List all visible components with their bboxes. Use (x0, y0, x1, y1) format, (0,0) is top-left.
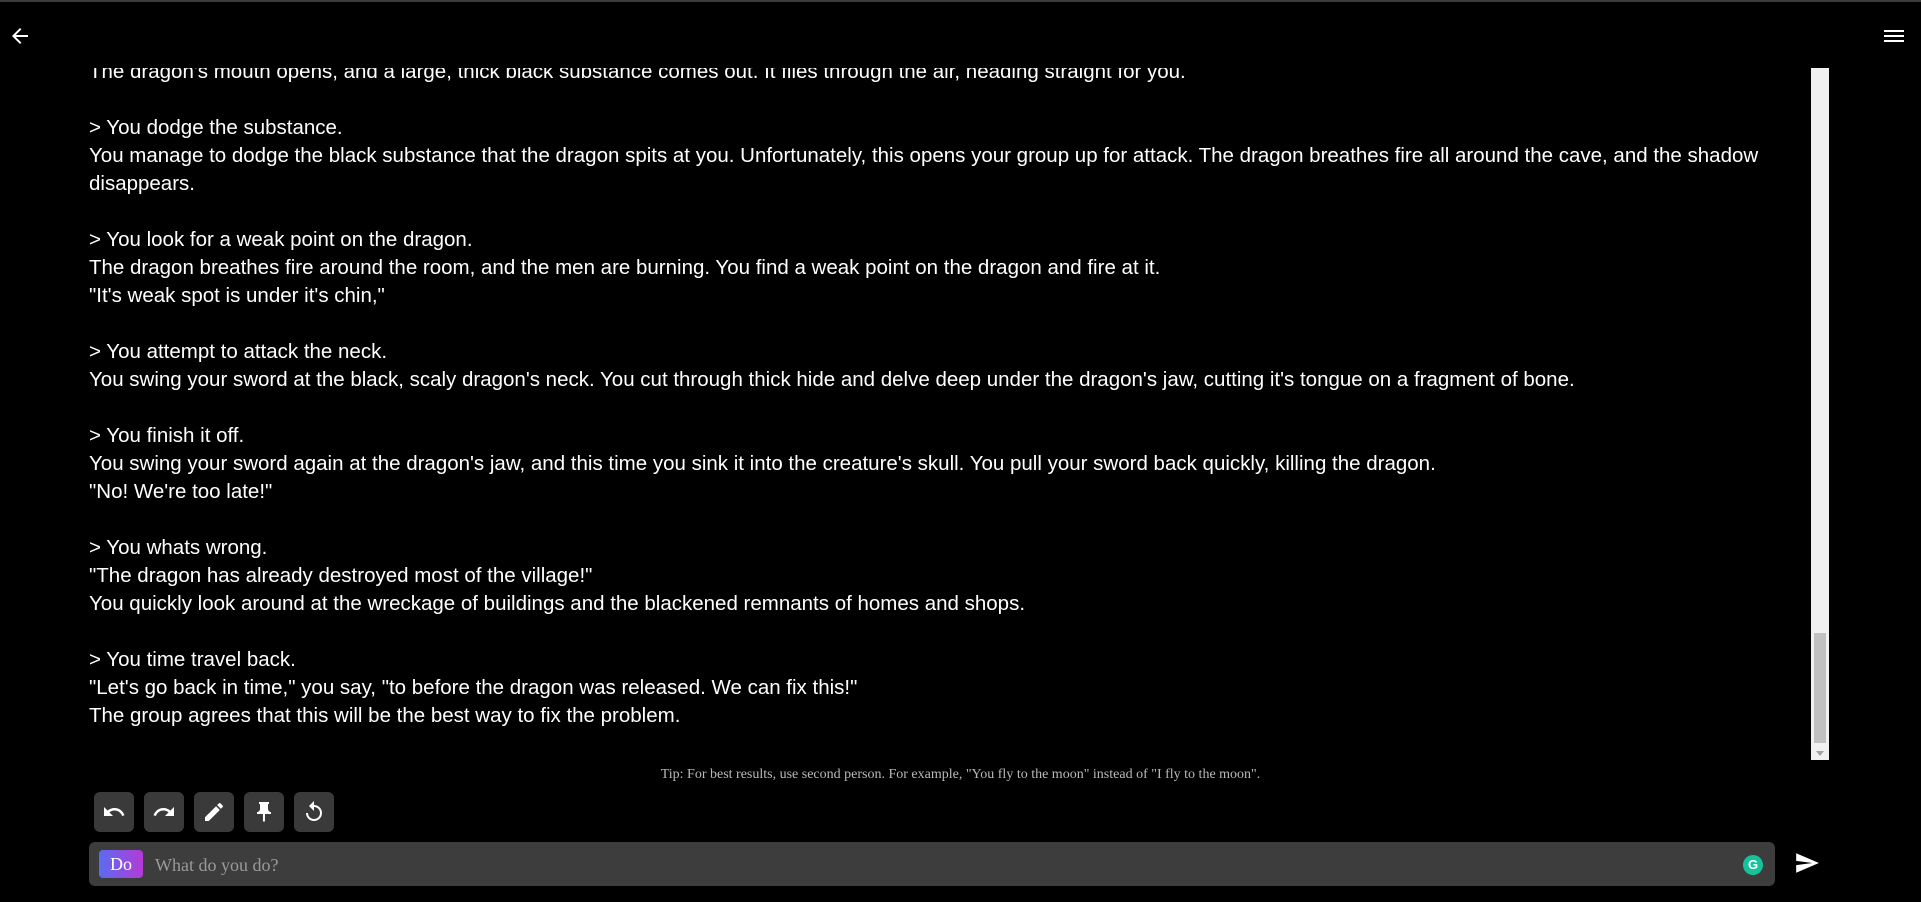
send-icon (1796, 853, 1819, 873)
back-button[interactable] (8, 24, 32, 48)
story-block: > You time travel back. "Let's go back in… (89, 646, 1779, 730)
retry-icon (306, 801, 322, 821)
scrollbar-thumb[interactable] (1814, 633, 1826, 743)
story-block: > You look for a weak point on the drago… (89, 226, 1779, 310)
game-screen: The dragon's mouth opens, and a large, t… (0, 0, 1921, 902)
redo-icon (153, 807, 174, 816)
action-input-bar: Do G (89, 842, 1775, 886)
action-input[interactable] (153, 848, 1717, 882)
story-line: The group agrees that this will be the b… (89, 704, 681, 727)
story-text: The dragon's mouth opens, and a large, t… (89, 68, 1779, 758)
scroll-down-arrow-icon[interactable] (1816, 751, 1824, 756)
action-toolbar (94, 792, 334, 832)
player-action-line: > You look for a weak point on the drago… (89, 228, 473, 251)
story-block: > You dodge the substance. You manage to … (89, 114, 1779, 198)
story-line: The dragon's mouth opens, and a large, t… (89, 68, 1186, 83)
pin-button[interactable] (244, 792, 284, 832)
player-action-line: > You finish it off. (89, 424, 245, 447)
mode-selector-button[interactable]: Do (99, 850, 143, 878)
pin-icon (257, 802, 271, 822)
player-action-line: > You whats wrong. (89, 536, 268, 559)
story-scrollbar[interactable] (1811, 68, 1829, 760)
story-block: The dragon's mouth opens, and a large, t… (89, 68, 1779, 86)
story-scroll-area[interactable]: The dragon's mouth opens, and a large, t… (0, 68, 1829, 760)
story-line: You manage to dodge the black substance … (89, 144, 1764, 195)
pencil-icon (205, 802, 224, 821)
story-line: You swing your sword at the black, scaly… (89, 368, 1575, 391)
redo-button[interactable] (144, 792, 184, 832)
undo-button[interactable] (94, 792, 134, 832)
undo-icon (104, 807, 125, 816)
story-line: You swing your sword again at the dragon… (89, 452, 1436, 475)
story-line: "Let's go back in time," you say, "to be… (89, 676, 858, 699)
edit-button[interactable] (194, 792, 234, 832)
tip-text: Tip: For best results, use second person… (660, 767, 1261, 782)
player-action-line: > You dodge the substance. (89, 116, 343, 139)
story-line: You quickly look around at the wreckage … (89, 592, 1026, 615)
story-line: The dragon breathes fire around the room… (89, 256, 1161, 279)
story-line: "It's weak spot is under it's chin," (89, 284, 385, 307)
retry-button[interactable] (294, 792, 334, 832)
player-action-line: > You attempt to attack the neck. (89, 340, 388, 363)
arrow-left-icon (12, 28, 28, 44)
send-button[interactable] (1793, 850, 1821, 876)
grammarly-icon[interactable]: G (1743, 855, 1763, 875)
story-block: > You finish it off. You swing your sword… (89, 422, 1779, 506)
story-line: "No! We're too late!" (89, 480, 273, 503)
story-line: "The dragon has already destroyed most o… (89, 564, 593, 587)
menu-button[interactable] (1881, 24, 1907, 48)
story-block: > You attempt to attack the neck. You swi… (89, 338, 1779, 394)
player-action-line: > You time travel back. (89, 648, 296, 671)
story-block: > You whats wrong. "The dragon has alread… (89, 534, 1779, 618)
hamburger-menu-icon (1884, 30, 1904, 42)
